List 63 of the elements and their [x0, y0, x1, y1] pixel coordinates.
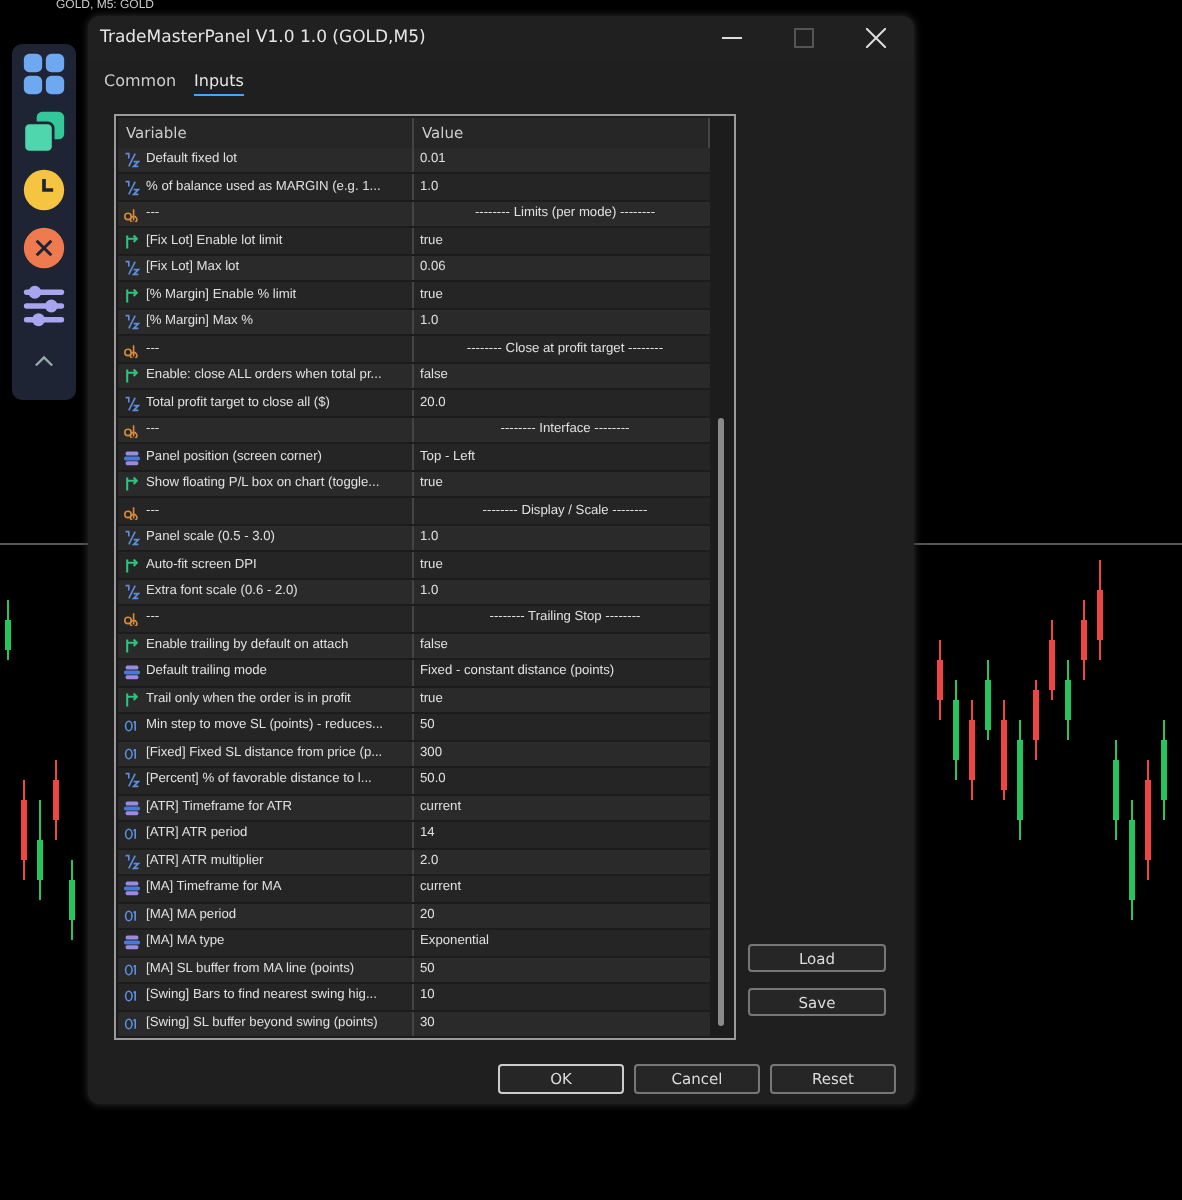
list-stack-icon — [124, 664, 140, 681]
candle — [37, 799, 43, 901]
integer-icon — [124, 745, 140, 762]
text-type-icon — [124, 610, 140, 627]
fraction-icon — [124, 260, 140, 277]
candle — [1097, 559, 1103, 661]
integer-icon — [124, 718, 140, 735]
fraction-icon — [124, 853, 140, 870]
flag-arrow-icon — [124, 368, 140, 385]
close-circle-icon[interactable] — [22, 226, 66, 270]
fraction-icon — [124, 530, 140, 547]
window-title: TradeMasterPanel V1.0 1.0 (GOLD,M5) — [100, 28, 426, 48]
tab[interactable]: Common — [104, 70, 177, 94]
candle — [1065, 659, 1071, 741]
list-stack-icon — [124, 934, 140, 951]
flag-arrow-icon — [124, 287, 140, 304]
candle — [969, 699, 975, 801]
scrollbar-thumb[interactable] — [718, 418, 724, 1026]
candle — [1001, 699, 1007, 801]
candle — [21, 779, 27, 881]
flag-arrow-icon — [124, 557, 140, 573]
integer-icon — [124, 1015, 140, 1032]
text-type-icon — [124, 503, 140, 520]
text-type-icon — [124, 422, 140, 439]
candle — [1113, 739, 1119, 841]
fraction-icon — [124, 314, 140, 331]
flag-arrow-icon — [124, 233, 140, 250]
fraction-icon — [124, 772, 140, 789]
list-stack-icon — [124, 799, 140, 816]
sliders-icon[interactable] — [22, 284, 66, 328]
candle — [1033, 679, 1039, 761]
candle — [953, 679, 959, 781]
close-icon[interactable] — [866, 28, 886, 48]
integer-icon — [124, 988, 140, 1005]
candle — [1049, 619, 1055, 701]
candle — [5, 599, 11, 661]
integer-icon — [124, 961, 140, 978]
integer-icon — [124, 907, 140, 924]
fraction-icon — [124, 179, 140, 196]
list-stack-icon — [124, 449, 140, 466]
candle — [1017, 719, 1023, 841]
candle — [53, 759, 59, 841]
text-type-icon — [124, 341, 140, 358]
fraction-icon — [124, 583, 140, 600]
tab[interactable]: Inputs — [194, 70, 244, 96]
copy-icon[interactable] — [22, 110, 66, 154]
clock-icon[interactable] — [22, 168, 66, 212]
fraction-icon — [124, 395, 140, 412]
candle — [1129, 799, 1135, 921]
candle — [937, 639, 943, 721]
text-type-icon — [124, 206, 140, 223]
candle — [1081, 599, 1087, 681]
candle — [1145, 759, 1151, 881]
list-stack-icon — [124, 880, 140, 897]
fraction-icon — [124, 152, 140, 169]
candle — [1161, 719, 1167, 821]
integer-icon — [124, 826, 140, 843]
flag-arrow-icon — [124, 637, 140, 654]
candle — [69, 859, 75, 941]
grid-icon[interactable] — [22, 52, 66, 96]
flag-arrow-icon — [124, 691, 140, 708]
flag-arrow-icon — [124, 476, 140, 493]
candle — [985, 659, 991, 741]
